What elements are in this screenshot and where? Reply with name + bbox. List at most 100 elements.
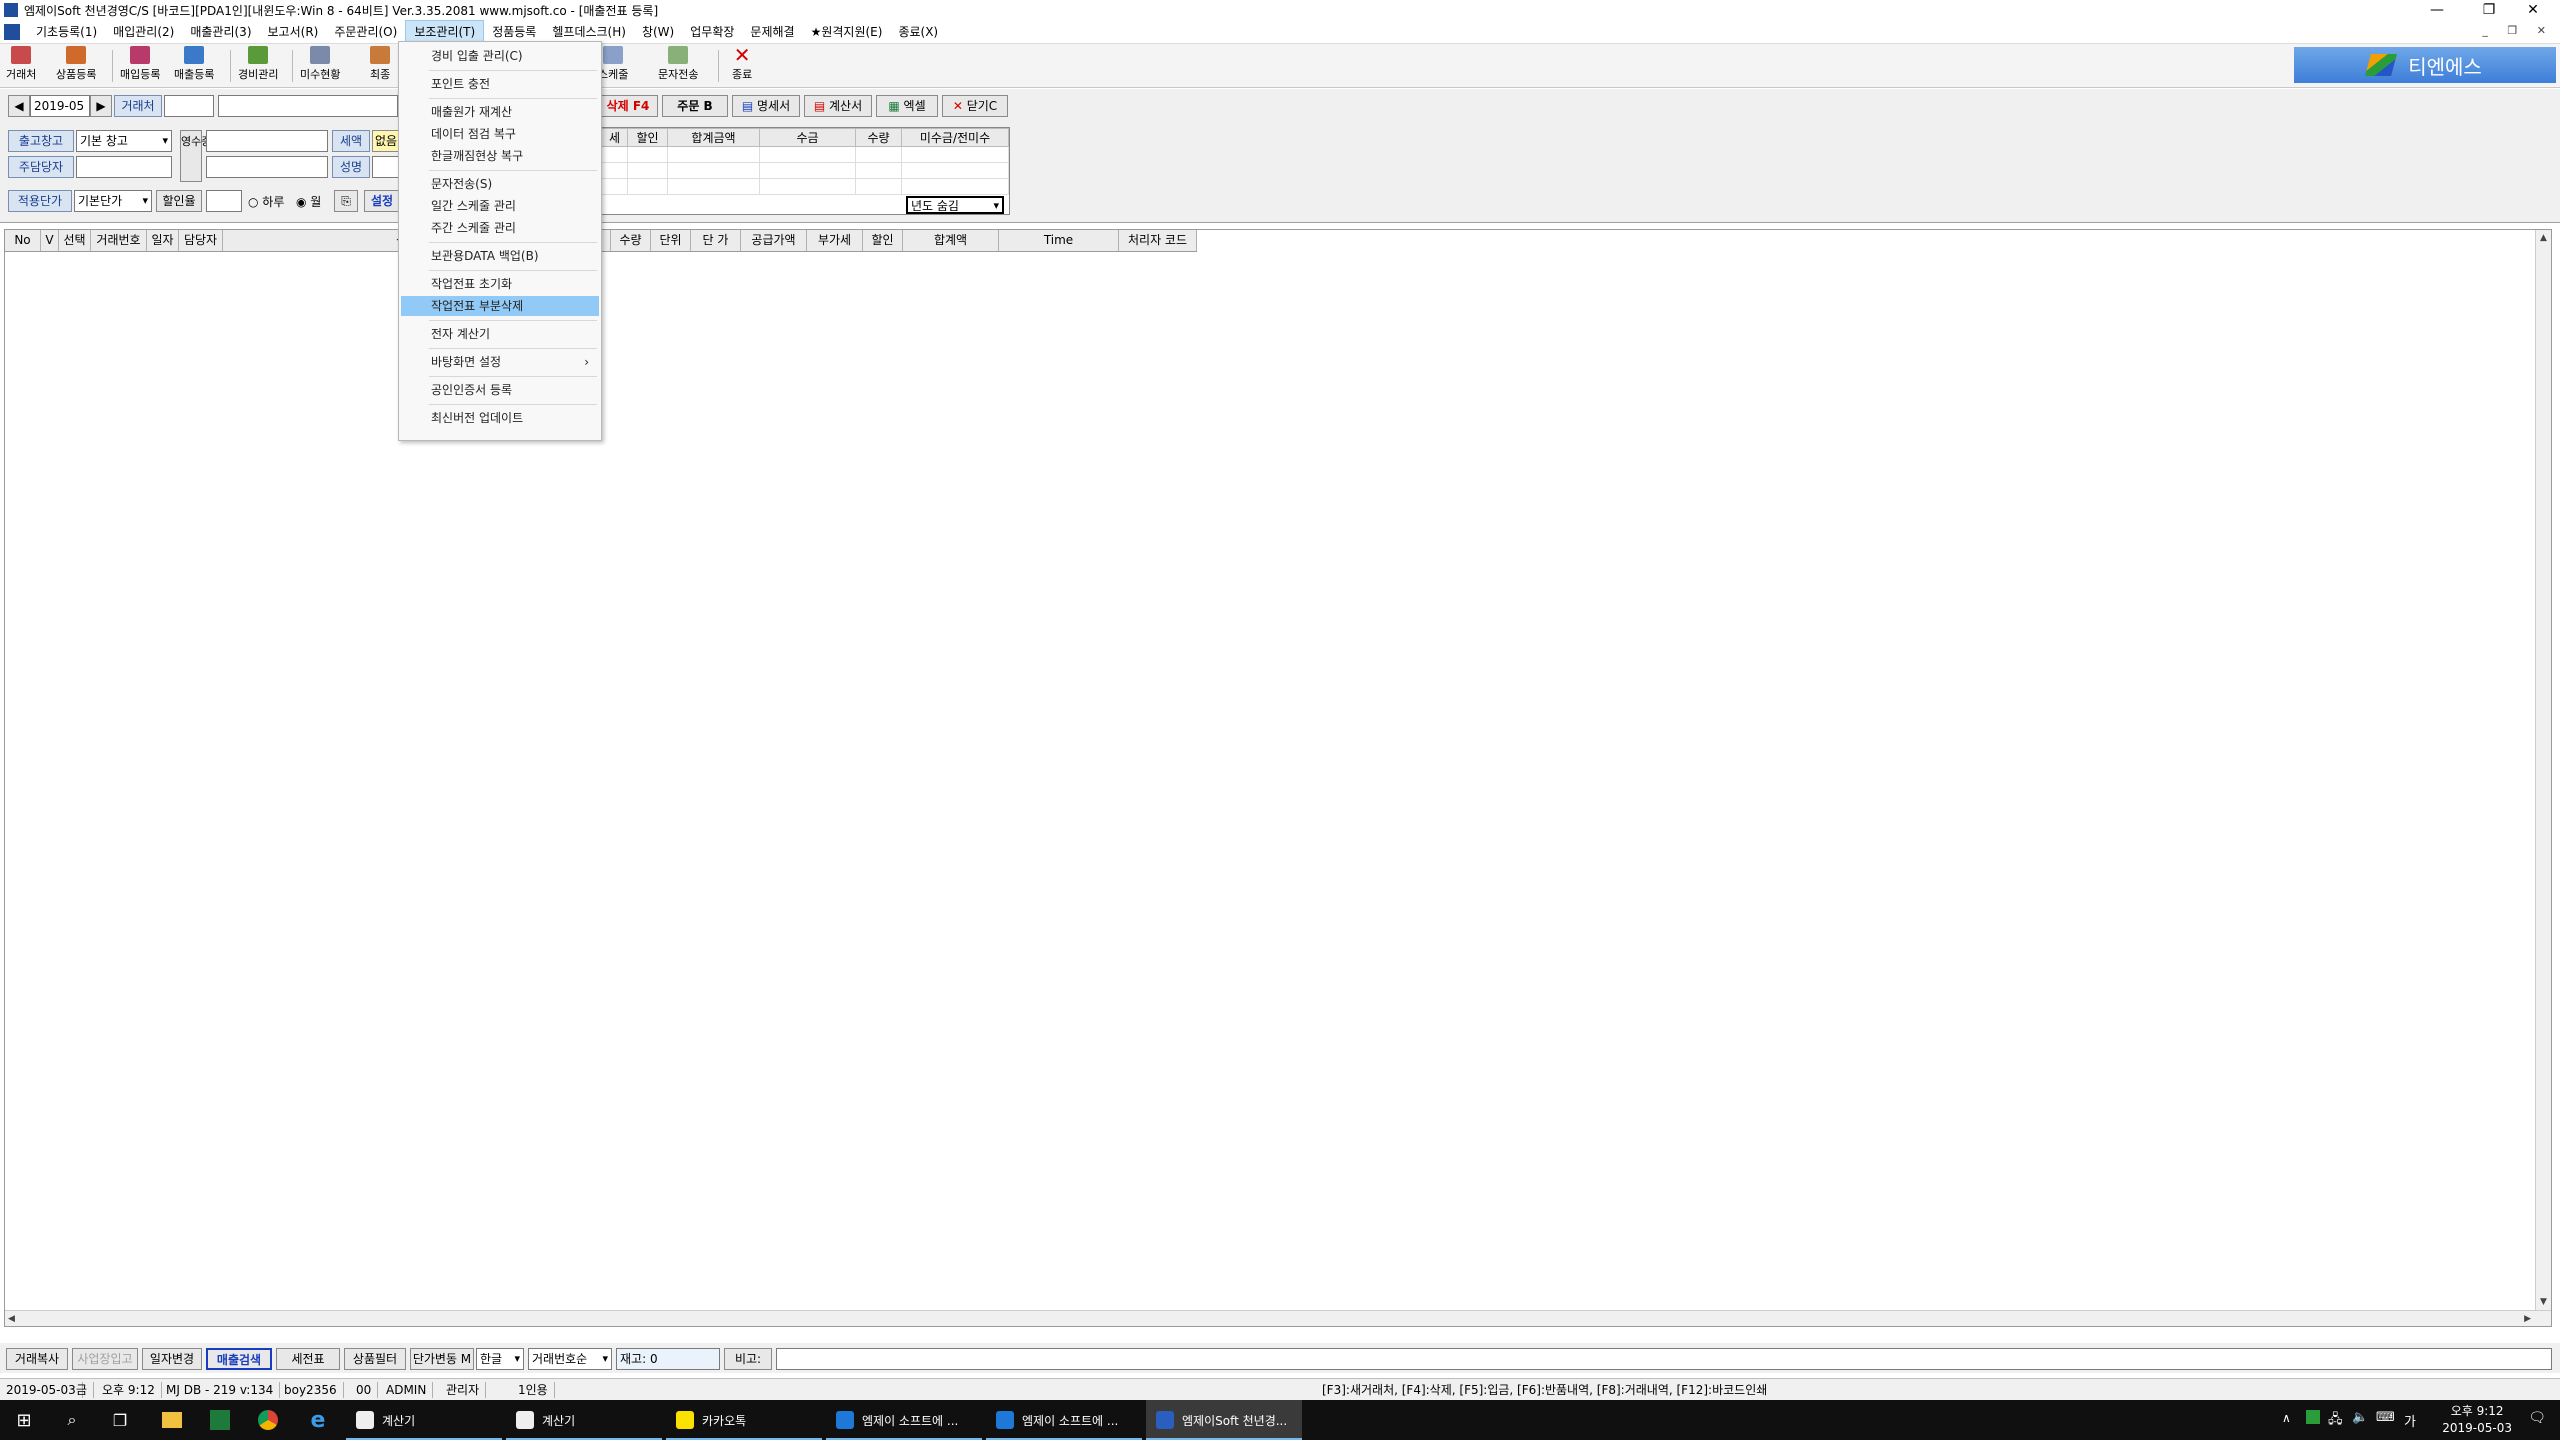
toolbar-purchase-button[interactable]: 매입등록 bbox=[120, 46, 160, 86]
volume-icon[interactable]: 🔈 bbox=[2352, 1410, 2368, 1425]
menu-order[interactable]: 주문관리(O) bbox=[326, 21, 405, 42]
radio-day[interactable]: ○ 하루 bbox=[248, 193, 284, 210]
col-trade-no[interactable]: 거래번호 bbox=[91, 230, 147, 251]
close-c-button[interactable]: ✕ 닫기C bbox=[942, 95, 1008, 117]
keyboard-icon[interactable]: ⌨ bbox=[2376, 1410, 2395, 1425]
menu-item-slip-partial-delete[interactable]: 작업전표 부분삭제 bbox=[401, 296, 599, 316]
menu-item-expense[interactable]: 경비 입출 관리(C) bbox=[401, 46, 599, 66]
customer-code-input[interactable] bbox=[164, 95, 214, 117]
menu-item-recalc[interactable]: 매출원가 재계산 bbox=[401, 102, 599, 122]
mdi-controls-icon[interactable]: _ ❐ ✕ bbox=[2482, 24, 2554, 37]
menu-window[interactable]: 창(W) bbox=[634, 21, 682, 42]
excel-app-icon[interactable] bbox=[198, 1400, 242, 1440]
toolbar-receivable-button[interactable]: 미수현황 bbox=[300, 46, 340, 86]
toolbar-expense-button[interactable]: 경비관리 bbox=[238, 46, 278, 86]
none-button[interactable]: 없음 bbox=[372, 130, 400, 152]
menu-helpdesk[interactable]: 헬프데스크(H) bbox=[544, 21, 634, 42]
customer-label[interactable]: 거래처 bbox=[114, 95, 162, 117]
copy-trade-button[interactable]: 거래복사 bbox=[6, 1348, 68, 1370]
discount-rate-button[interactable]: 할인율 bbox=[156, 190, 202, 212]
toolbar-sms-button[interactable]: 문자전송 bbox=[658, 46, 698, 86]
col-select[interactable]: 선택 bbox=[59, 230, 91, 251]
statement-button[interactable]: ▤ 명세서 bbox=[732, 95, 800, 117]
col-handler-code[interactable]: 처리자 코드 bbox=[1119, 230, 1197, 251]
menu-item-certificate[interactable]: 공인인증서 등록 bbox=[401, 380, 599, 400]
windows-start-icon[interactable]: ⊞ bbox=[0, 1400, 48, 1440]
chrome-icon[interactable] bbox=[246, 1400, 290, 1440]
language-select[interactable]: 한글 bbox=[476, 1348, 524, 1370]
col-discount[interactable]: 할인 bbox=[863, 230, 903, 251]
receipt-vertical-button[interactable]: 영수증 bbox=[180, 130, 211, 182]
menu-extend[interactable]: 업무확장 bbox=[682, 21, 742, 42]
ie-icon[interactable]: e bbox=[296, 1400, 340, 1440]
manager-input[interactable] bbox=[76, 156, 172, 178]
order-button[interactable]: 주문 B bbox=[662, 95, 728, 117]
toolbar-customer-button[interactable]: 거래처 bbox=[6, 46, 36, 86]
task-browser-2[interactable]: 엠제이 소프트에 ... bbox=[986, 1400, 1142, 1440]
col-unit[interactable]: 단위 bbox=[651, 230, 691, 251]
menu-sales[interactable]: 매출관리(3) bbox=[182, 21, 259, 42]
menu-item-sms[interactable]: 문자전송(S) bbox=[401, 174, 599, 194]
col-manager[interactable]: 담당자 bbox=[179, 230, 223, 251]
site-receiving-button[interactable]: 사업장입고 bbox=[72, 1348, 138, 1370]
address-input[interactable] bbox=[206, 130, 328, 152]
price-type-select[interactable]: 기본단가 bbox=[74, 190, 152, 212]
search-icon[interactable]: ⌕ bbox=[48, 1400, 96, 1440]
copy-icon[interactable]: ⎘ bbox=[334, 190, 358, 212]
menu-item-hangul-repair[interactable]: 한글깨짐현상 복구 bbox=[401, 146, 599, 166]
settings-button[interactable]: 설정 bbox=[364, 190, 400, 212]
toolbar-schedule-button[interactable]: 스케줄 bbox=[598, 46, 628, 86]
menu-exit[interactable]: 종료(X) bbox=[890, 21, 946, 42]
invoice-button[interactable]: ▤ 계산서 bbox=[804, 95, 872, 117]
scroll-right-icon[interactable]: ▶ bbox=[2524, 1314, 2531, 1324]
menu-item-data-repair[interactable]: 데이터 점검 복구 bbox=[401, 124, 599, 144]
name-input[interactable] bbox=[372, 156, 400, 178]
task-browser-1[interactable]: 엠제이 소프트에 ... bbox=[826, 1400, 982, 1440]
tray-chevron-icon[interactable]: ∧ bbox=[2282, 1411, 2291, 1425]
col-qty[interactable]: 수량 bbox=[611, 230, 651, 251]
warehouse-select[interactable]: 기본 창고 bbox=[76, 130, 172, 152]
col-v[interactable]: V bbox=[41, 230, 59, 251]
task-mjsoft[interactable]: 엠제이Soft 천년경... bbox=[1146, 1400, 1302, 1440]
phone-input[interactable] bbox=[206, 156, 328, 178]
menu-item-slip-reset[interactable]: 작업전표 초기화 bbox=[401, 274, 599, 294]
col-supply[interactable]: 공급가액 bbox=[741, 230, 807, 251]
col-total[interactable]: 합계액 bbox=[903, 230, 999, 251]
menu-item-weekly-schedule[interactable]: 주간 스케줄 관리 bbox=[401, 218, 599, 238]
sales-search-button[interactable]: 매출검색 bbox=[206, 1348, 272, 1370]
ime-indicator[interactable]: 가 bbox=[2404, 1411, 2416, 1430]
notification-icon[interactable]: 🗨 bbox=[2528, 1410, 2546, 1426]
restore-icon[interactable]: ❐ bbox=[2466, 0, 2512, 20]
delete-f4-button[interactable]: 삭제 F4 bbox=[598, 95, 658, 117]
toolbar-sales-button[interactable]: 매출등록 bbox=[174, 46, 214, 86]
radio-month[interactable]: ◉ 월 bbox=[296, 193, 321, 210]
task-view-icon[interactable]: ❐ bbox=[96, 1400, 144, 1440]
menu-item-calculator[interactable]: 전자 계산기 bbox=[401, 324, 599, 344]
menu-report[interactable]: 보고서(R) bbox=[260, 21, 327, 42]
toolbar-product-button[interactable]: 상품등록 bbox=[56, 46, 96, 86]
col-date[interactable]: 일자 bbox=[147, 230, 179, 251]
scroll-up-icon[interactable]: ▲ bbox=[2540, 233, 2547, 243]
file-explorer-icon[interactable] bbox=[150, 1400, 194, 1440]
col-time[interactable]: Time bbox=[999, 230, 1119, 251]
prev-month-button[interactable]: ◀ bbox=[8, 95, 30, 117]
col-vat[interactable]: 부가세 bbox=[807, 230, 863, 251]
close-icon[interactable]: ✕ bbox=[2510, 0, 2556, 20]
date-field[interactable]: 2019-05 bbox=[30, 95, 90, 117]
task-calculator-1[interactable]: 계산기 bbox=[346, 1400, 502, 1440]
vertical-scrollbar[interactable]: ▲ ▼ bbox=[2535, 230, 2551, 1310]
col-unit-price[interactable]: 단 가 bbox=[691, 230, 741, 251]
price-change-button[interactable]: 단가변동 M bbox=[410, 1348, 474, 1370]
customer-name-input[interactable] bbox=[218, 95, 398, 117]
menu-registration[interactable]: 정품등록 bbox=[484, 21, 544, 42]
menu-item-point[interactable]: 포인트 충전 bbox=[401, 74, 599, 94]
network-icon[interactable]: 🖧 bbox=[2328, 1410, 2343, 1432]
toolbar-final-button[interactable]: 최종 bbox=[370, 46, 390, 86]
toolbar-exit-button[interactable]: ✕ 종료 bbox=[732, 45, 752, 86]
tax-slip-button[interactable]: 세전표 bbox=[276, 1348, 340, 1370]
scroll-left-icon[interactable]: ◀ bbox=[8, 1314, 15, 1324]
discount-rate-input[interactable] bbox=[206, 190, 242, 212]
scroll-down-icon[interactable]: ▼ bbox=[2540, 1297, 2547, 1307]
menu-item-desktop-settings[interactable]: 바탕화면 설정 › bbox=[401, 352, 599, 372]
menu-item-daily-schedule[interactable]: 일간 스케줄 관리 bbox=[401, 196, 599, 216]
